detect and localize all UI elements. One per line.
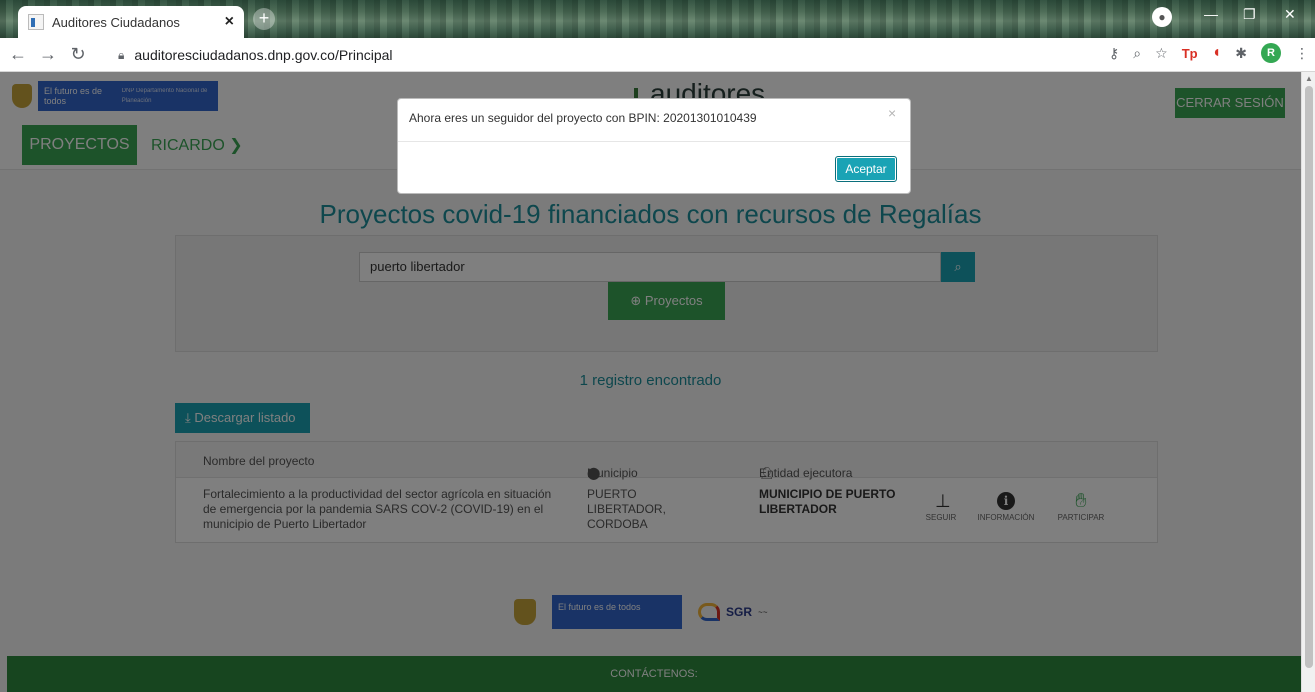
tab-close-icon[interactable]: × <box>225 13 234 31</box>
browser-tabstrip: Auditores Ciudadanos × + ● — ❐ ✕ <box>0 0 1315 38</box>
address-bar[interactable]: 🔒︎ auditoresciudadanos.dnp.gov.co/Princi… <box>118 45 393 65</box>
profile-icon[interactable]: ● <box>1152 7 1172 27</box>
dialog-close-icon[interactable]: × <box>888 105 896 121</box>
menu-kebab-icon[interactable]: ⋮ <box>1295 45 1309 62</box>
key-icon[interactable]: ⚷ <box>1109 45 1119 62</box>
bookmark-star-icon[interactable]: ☆ <box>1155 45 1168 62</box>
zoom-icon[interactable]: ⌕ <box>1133 45 1141 62</box>
close-window-icon[interactable]: ✕ <box>1284 6 1296 23</box>
extension-tp-icon[interactable]: Tp <box>1182 46 1198 61</box>
reload-icon[interactable]: ↻ <box>66 44 90 65</box>
back-icon[interactable]: ← <box>6 44 30 65</box>
lock-icon: 🔒︎ <box>118 47 125 62</box>
maximize-icon[interactable]: ❐ <box>1243 6 1256 23</box>
accept-button[interactable]: Aceptar <box>835 156 897 182</box>
scrollbar-thumb[interactable] <box>1305 86 1313 668</box>
profile-avatar[interactable]: R <box>1261 43 1281 63</box>
dialog-divider <box>398 141 910 142</box>
minimize-icon[interactable]: — <box>1204 6 1218 22</box>
toolbar-icons: ⚷ ⌕ ☆ Tp ◖ ✱ R ⋮ <box>1109 43 1309 63</box>
url-text[interactable]: auditoresciudadanos.dnp.gov.co/Principal <box>134 47 392 63</box>
scroll-up-icon[interactable]: ▲ <box>1305 74 1313 83</box>
extensions-puzzle-icon[interactable]: ✱ <box>1235 45 1247 62</box>
forward-icon[interactable]: → <box>36 44 60 65</box>
page-scrollbar[interactable]: ▲ <box>1301 72 1315 692</box>
follow-confirmation-dialog: Ahora eres un seguidor del proyecto con … <box>397 98 911 194</box>
new-tab-button[interactable]: + <box>253 8 275 30</box>
browser-tab[interactable]: Auditores Ciudadanos × <box>18 6 244 38</box>
browser-toolbar: ← → ↻ 🔒︎ auditoresciudadanos.dnp.gov.co/… <box>0 38 1315 72</box>
tab-title: Auditores Ciudadanos <box>52 14 180 30</box>
dialog-message: Ahora eres un seguidor del proyecto con … <box>409 111 757 125</box>
extension-red-icon[interactable]: ◖ <box>1212 44 1222 62</box>
site-favicon-icon <box>28 14 44 30</box>
